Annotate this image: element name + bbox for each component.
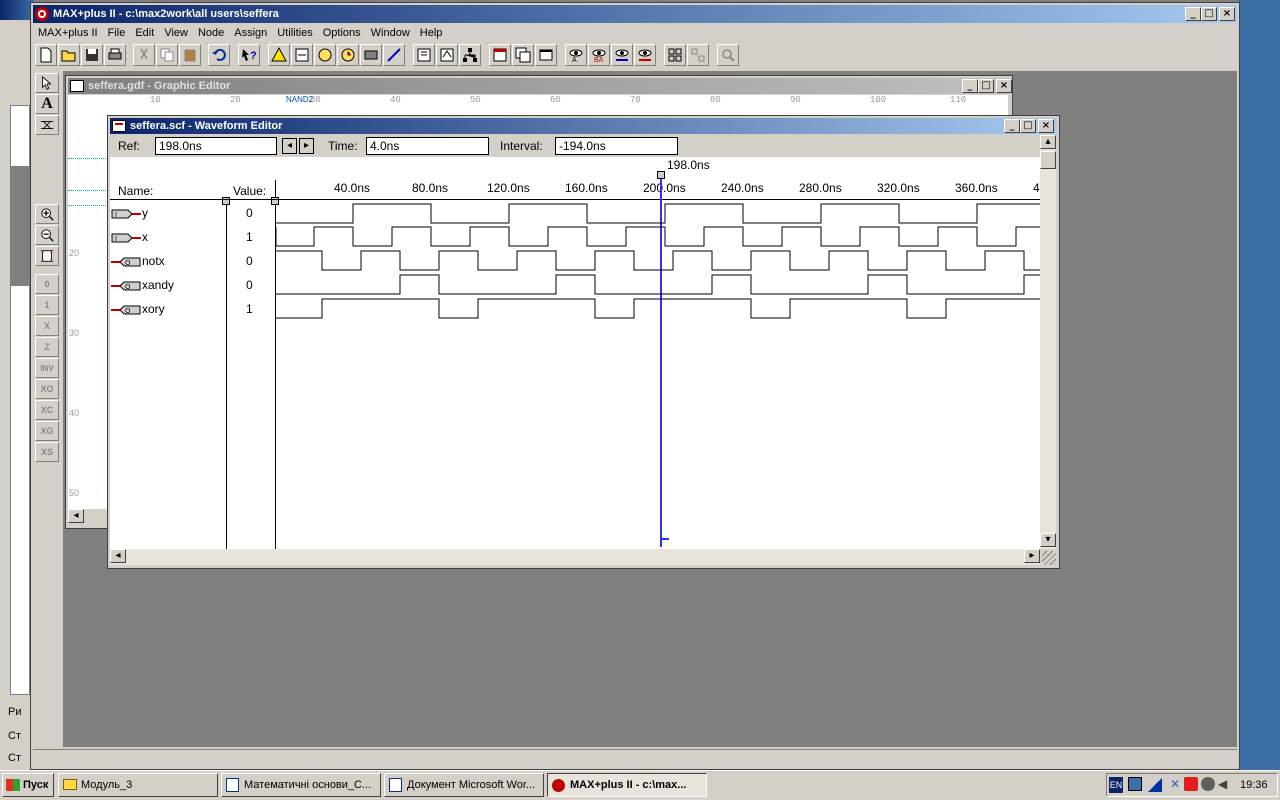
vruler-mark: 50 (69, 488, 80, 498)
scf-close-button[interactable]: × (1038, 119, 1054, 133)
close-button[interactable]: × (1219, 7, 1235, 21)
start-button[interactable]: Пуск (2, 773, 54, 797)
network-icon[interactable] (1128, 777, 1142, 791)
word-doc-icon (389, 778, 402, 792)
speaker-icon[interactable]: ◀ (1218, 777, 1232, 791)
taskbar-item-word-1[interactable]: Математичні основи_С... (221, 773, 381, 797)
clock-tool[interactable]: XC (35, 400, 59, 420)
taskbar-item-maxplus[interactable]: MAX+plus II - c:\max... (547, 773, 707, 797)
scroll-up-arrow[interactable]: ▴ (1040, 135, 1056, 149)
vruler-mark: 40 (69, 408, 80, 418)
waveform-traces[interactable] (0, 0, 1040, 330)
minimize-button[interactable]: _ (1185, 7, 1201, 21)
level-z-tool[interactable]: Z (35, 337, 59, 357)
waveform-y (276, 203, 1040, 224)
update-icon[interactable] (1201, 777, 1215, 791)
signal-strength-icon[interactable] (1148, 778, 1162, 792)
folder-icon (63, 779, 77, 790)
taskbar-item-label: MAX+plus II - c:\max... (570, 779, 687, 791)
waveform-x (275, 226, 1040, 247)
start-label: Пуск (23, 779, 49, 791)
word-doc-icon (226, 778, 239, 792)
taskbar-item-label: Документ Microsoft Wor... (407, 779, 536, 791)
scroll-down-arrow[interactable]: ▾ (1040, 533, 1056, 547)
sequence-tool[interactable]: XS (35, 442, 59, 462)
scroll-thumb[interactable] (1040, 151, 1056, 169)
antenna-icon[interactable]: ✕ (1168, 777, 1182, 791)
waveform-vscrollbar[interactable]: ▴ ▾ (1040, 135, 1056, 549)
group-tool[interactable]: XG (35, 421, 59, 441)
waveform-hscrollbar[interactable]: ◂ ▸ (110, 549, 1040, 565)
scroll-left-arrow[interactable]: ◂ (68, 509, 84, 523)
background-panel-item: Ри (8, 706, 22, 718)
app-logo-icon (552, 779, 565, 792)
taskbar-item-label: Модуль_3 (81, 779, 133, 791)
clock[interactable]: 19:36 (1240, 779, 1268, 791)
antivirus-icon[interactable] (1184, 777, 1198, 791)
overwrite-tool[interactable]: XO (35, 379, 59, 399)
waveform-notx (276, 250, 1040, 271)
waveform-xory (276, 298, 1040, 319)
desktop-strip (1238, 0, 1280, 770)
gdf-hscrollbar[interactable]: ◂ (68, 509, 102, 525)
windows-logo-icon (6, 779, 20, 791)
background-panel-item: Ст (8, 752, 21, 764)
hscroll-right-arrow[interactable]: ▸ (1024, 549, 1040, 563)
cursor-end-mark (662, 538, 669, 540)
taskbar-item-module[interactable]: Модуль_3 (58, 773, 218, 797)
taskbar-item-word-2[interactable]: Документ Microsoft Wor... (384, 773, 544, 797)
background-panel-item: Ст (8, 730, 21, 742)
language-indicator[interactable]: EN (1109, 777, 1123, 793)
waveform-xandy (276, 274, 1040, 295)
taskbar-item-label: Математичні основи_С... (244, 779, 372, 791)
status-bar (33, 749, 1237, 767)
invert-tool[interactable]: INV (35, 358, 59, 378)
resize-grip-icon[interactable] (1042, 551, 1056, 565)
hscroll-left-arrow[interactable]: ◂ (110, 549, 126, 563)
maximize-button[interactable]: □ (1201, 7, 1217, 21)
